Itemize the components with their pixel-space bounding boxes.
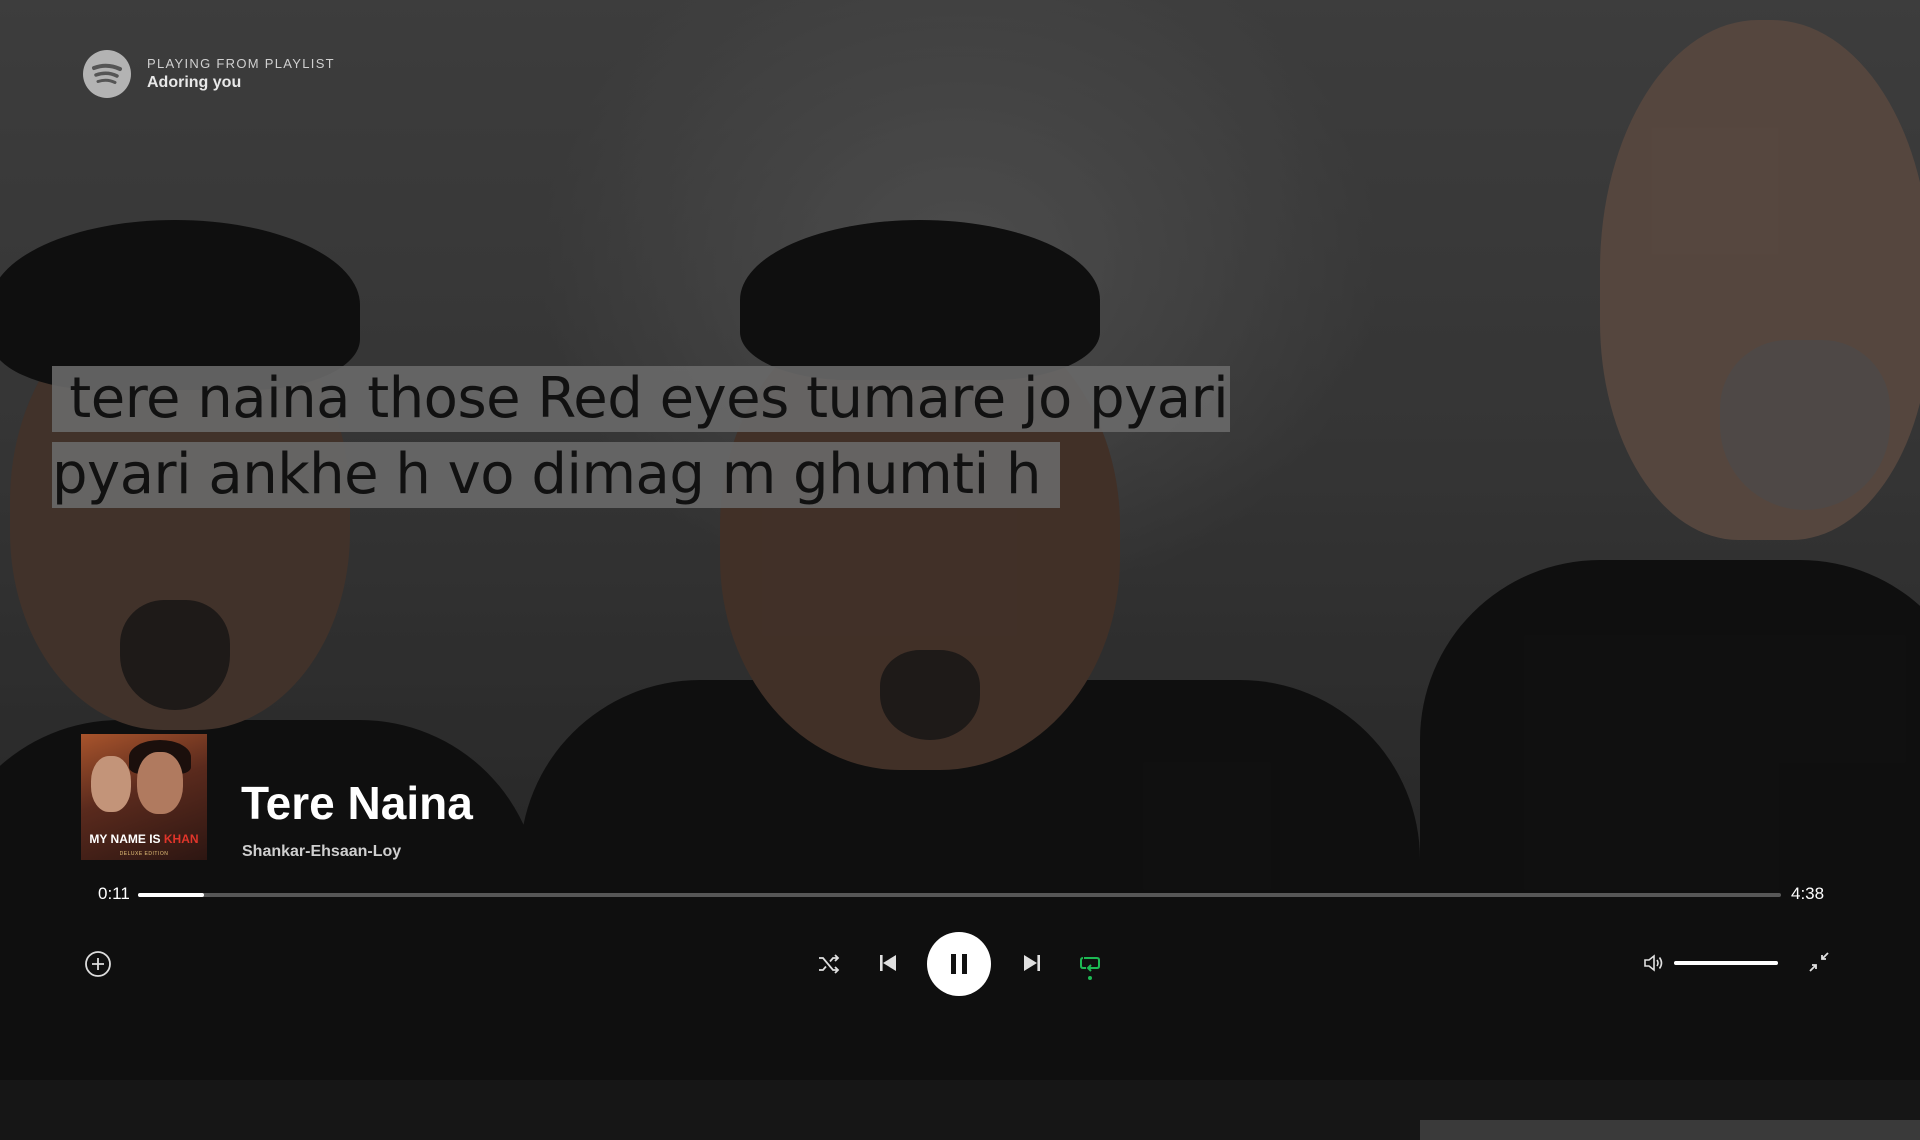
spotify-logo-icon [83,50,131,98]
volume-slider[interactable] [1674,961,1778,965]
progress-bar[interactable] [138,893,1781,897]
current-time: 0:11 [98,884,130,903]
skip-next-icon[interactable] [1020,951,1044,975]
dim-overlay [0,0,1920,1080]
playlist-header: PLAYING FROM PLAYLIST Adoring you [83,50,335,98]
volume-icon[interactable] [1642,951,1666,975]
repeat-active-indicator [1088,976,1092,980]
add-circle-icon[interactable] [84,950,112,978]
pause-icon [951,954,967,974]
progress-fill [138,893,204,897]
album-cover: MY NAME IS KHAN DELUXE EDITION [81,734,207,860]
shuffle-icon[interactable] [816,951,842,977]
header-subtitle: PLAYING FROM PLAYLIST [147,56,335,71]
playlist-name-link[interactable]: Adoring you [147,74,335,92]
lyric-line: tere naina those Red eyes tumare jo pyar… [52,366,1231,432]
album-cover-title: MY NAME IS KHAN [89,832,199,846]
lyric-line: pyari ankhe h vo dimag m ghumti h [52,442,1061,508]
lyrics-panel: tere naina those Red eyes tumare jo pyar… [52,366,1252,518]
skip-previous-icon[interactable] [876,951,900,975]
track-artist[interactable]: Shankar-Ehsaan-Loy [242,843,401,861]
total-time: 4:38 [1791,884,1825,903]
minimize-fullscreen-icon[interactable] [1806,949,1832,975]
album-cover-edition: DELUXE EDITION [119,851,169,857]
repeat-icon[interactable] [1077,950,1103,976]
track-title[interactable]: Tere Naina [241,776,473,830]
volume-fill [1674,961,1778,965]
pause-button[interactable] [927,932,991,996]
